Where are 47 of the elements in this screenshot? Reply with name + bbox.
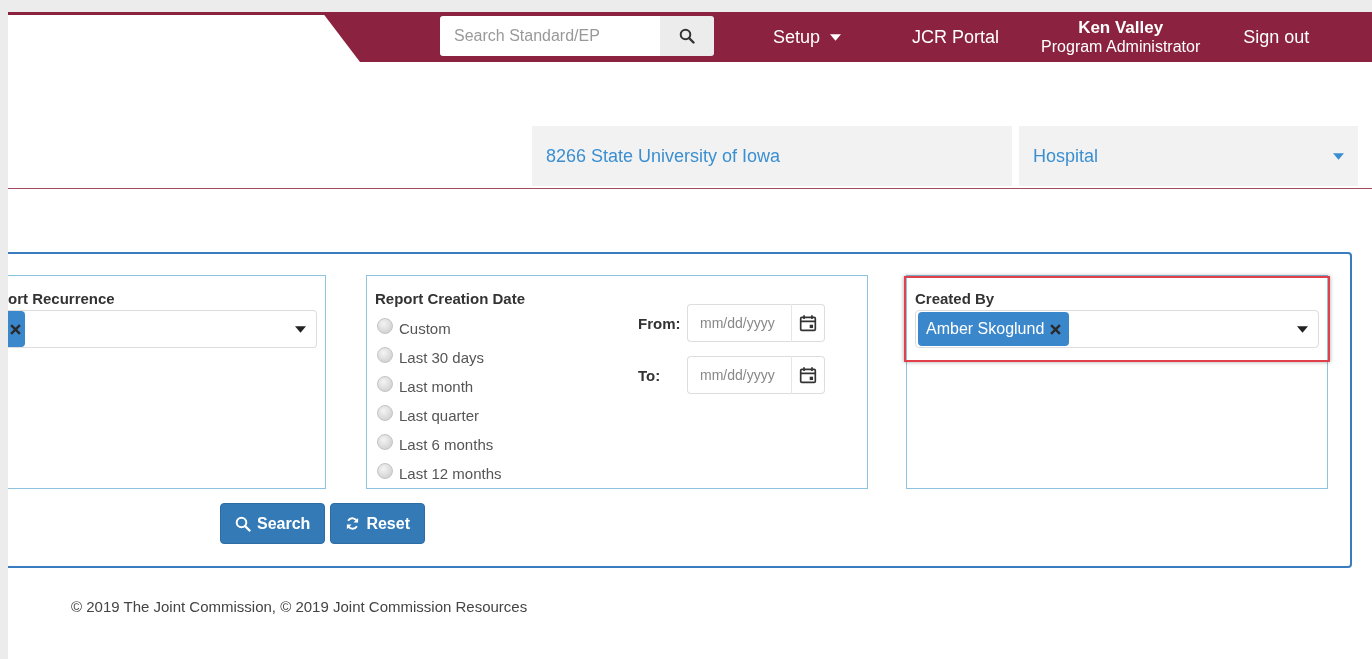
search-icon xyxy=(235,515,251,532)
date-field[interactable]: mm/dd/yyyy xyxy=(687,304,791,342)
selection-tag[interactable]: Amber Skoglund xyxy=(918,312,1070,346)
radio-button[interactable] xyxy=(377,433,393,450)
search-button[interactable]: Search xyxy=(220,503,326,544)
remove-icon[interactable] xyxy=(1050,323,1062,335)
selection-tag[interactable] xyxy=(8,311,25,347)
calendar-icon xyxy=(799,366,817,384)
calendar-button[interactable] xyxy=(791,304,825,342)
field-label: From: xyxy=(638,314,682,332)
copyright-text: © 2019 The Joint Commission, © 2019 Joint Commission Resources xyxy=(71,598,528,615)
caret-icon xyxy=(295,325,306,333)
caret-icon xyxy=(1333,152,1344,160)
calendar-button[interactable] xyxy=(791,356,825,394)
select-field[interactable]: Amber Skoglund xyxy=(915,310,1319,348)
radio-button[interactable] xyxy=(377,404,393,421)
field-label: To: xyxy=(638,366,662,384)
user-role: Program Administrator xyxy=(1041,37,1201,56)
search-icon xyxy=(679,28,695,44)
close-icon[interactable] xyxy=(10,323,21,335)
radio-button[interactable] xyxy=(377,375,393,392)
caret-icon xyxy=(830,33,842,41)
calendar-icon xyxy=(799,314,817,332)
option-label[interactable]: Last 12 months xyxy=(399,465,502,482)
option-label[interactable]: Last 30 days xyxy=(399,349,485,366)
date-field[interactable]: mm/dd/yyyy xyxy=(687,356,791,394)
nav-link[interactable]: JCR Portal xyxy=(912,26,1000,48)
radio-button[interactable] xyxy=(377,317,393,334)
option-label[interactable]: Last month xyxy=(399,378,474,395)
radio-button[interactable] xyxy=(377,462,393,479)
field-label: Report Creation Date xyxy=(375,290,527,308)
refresh-icon xyxy=(345,516,361,531)
sign-out-link[interactable]: Sign out xyxy=(1243,26,1310,48)
field-label: Created By xyxy=(915,290,996,308)
option-label[interactable]: Last quarter xyxy=(399,407,480,424)
option-label[interactable]: Custom xyxy=(399,320,451,337)
reset-button[interactable]: Reset xyxy=(330,503,425,544)
organization-label: 8266 State University of Iowa xyxy=(532,126,1012,186)
caret-icon xyxy=(1297,325,1308,333)
option-label[interactable]: Last 6 months xyxy=(399,436,494,453)
search-field[interactable]: Search Standard/EP xyxy=(440,16,660,56)
user-name: Ken Valley xyxy=(1078,18,1164,37)
search-button[interactable] xyxy=(660,16,714,56)
field-label: ort Recurrence xyxy=(8,290,116,308)
radio-button[interactable] xyxy=(377,346,393,363)
select-field[interactable] xyxy=(8,310,317,348)
menu-dropdown[interactable]: Setup xyxy=(773,26,842,48)
